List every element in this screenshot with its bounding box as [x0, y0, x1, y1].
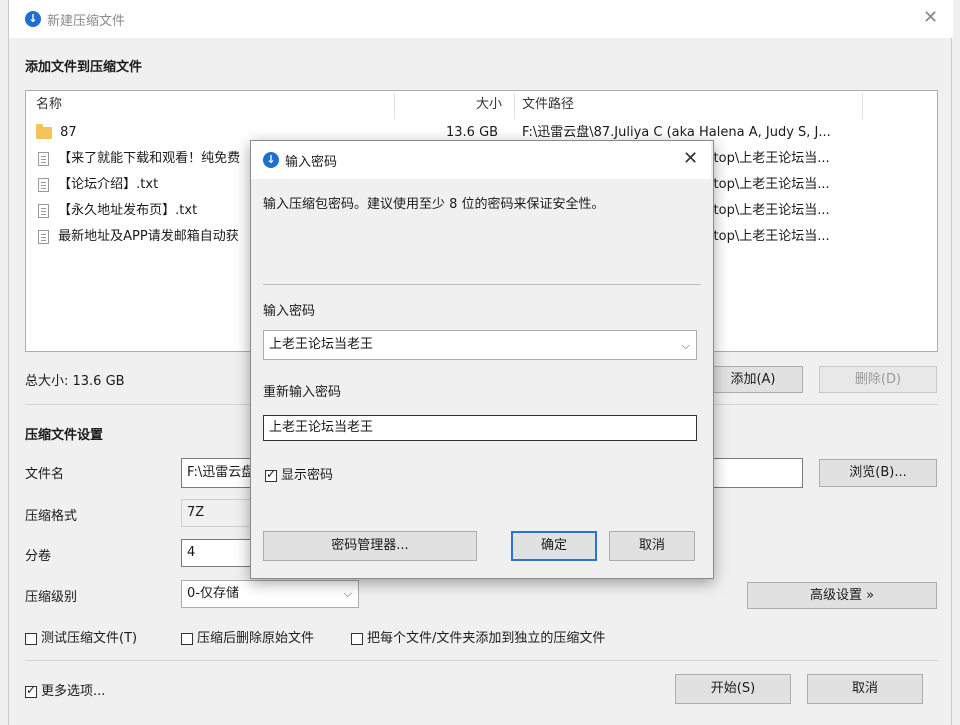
- more-options[interactable]: 更多选项...: [25, 680, 105, 699]
- dialog-hint: 输入压缩包密码。建议使用至少 8 位的密码来保证安全性。: [263, 197, 605, 212]
- confirm-password-label: 重新输入密码: [263, 385, 342, 400]
- checkbox[interactable]: [181, 632, 193, 645]
- show-password-option[interactable]: 显示密码: [265, 464, 333, 483]
- start-button[interactable]: 开始(S): [675, 674, 791, 704]
- row-path: ktop\上老王论坛当...: [706, 229, 830, 244]
- row-path: ktop\上老王论坛当...: [706, 177, 830, 192]
- title-bar: ↓ 新建压缩文件 ✕: [9, 0, 953, 38]
- option-label: 测试压缩文件(T): [41, 631, 138, 646]
- password-value: 上老王论坛当老王: [269, 337, 374, 352]
- row-name: 【论坛介绍】.txt: [58, 177, 159, 192]
- separate-archive-option[interactable]: 把每个文件/文件夹添加到独立的压缩文件: [351, 627, 605, 646]
- window-title: 新建压缩文件: [47, 14, 126, 29]
- browse-button[interactable]: 浏览(B)...: [819, 459, 937, 487]
- add-files-heading: 添加文件到压缩文件: [25, 60, 143, 75]
- chevron-down-icon: ⌵: [343, 587, 352, 600]
- dialog-title-bar: ↓ 输入密码 ✕: [251, 141, 711, 179]
- confirm-password-input[interactable]: 上老王论坛当老王: [263, 415, 697, 441]
- total-size: 总大小: 13.6 GB: [25, 374, 125, 389]
- row-path: ktop\上老王论坛当...: [706, 203, 830, 218]
- delete-button[interactable]: 删除(D): [819, 366, 937, 393]
- dialog-cancel-button[interactable]: 取消: [609, 531, 695, 561]
- checkbox[interactable]: [25, 632, 37, 645]
- divider: [25, 660, 937, 661]
- app-logo-icon: ↓: [25, 11, 41, 27]
- test-archive-option[interactable]: 测试压缩文件(T): [25, 627, 137, 646]
- col-path-header[interactable]: 文件路径: [522, 91, 574, 119]
- advanced-settings-button[interactable]: 高级设置 »: [747, 582, 937, 609]
- checkbox[interactable]: [25, 683, 37, 698]
- divider: [263, 284, 701, 285]
- ok-button[interactable]: 确定: [511, 531, 597, 561]
- col-size-header[interactable]: 大小: [476, 91, 502, 119]
- text-file-icon: [38, 177, 49, 192]
- filename-label: 文件名: [25, 467, 65, 482]
- row-name: 87: [60, 125, 77, 140]
- text-file-icon: [38, 151, 49, 166]
- level-select[interactable]: 0-仅存储 ⌵: [181, 580, 359, 608]
- text-file-icon: [38, 229, 49, 244]
- password-label: 输入密码: [263, 304, 316, 319]
- checkbox[interactable]: [265, 467, 277, 482]
- cancel-button[interactable]: 取消: [807, 674, 923, 704]
- row-path: ktop\上老王论坛当...: [706, 151, 830, 166]
- app-logo-icon: ↓: [263, 152, 279, 168]
- row-name: 【永久地址发布页】.txt: [58, 203, 198, 218]
- folder-icon: [36, 123, 52, 139]
- row-name: 【来了就能下载和观看！纯免费: [58, 151, 241, 166]
- password-manager-button[interactable]: 密码管理器...: [263, 531, 477, 561]
- text-file-icon: [38, 203, 49, 218]
- col-separator: [394, 93, 395, 119]
- dialog-close-icon[interactable]: ✕: [683, 148, 698, 169]
- checkbox[interactable]: [351, 632, 363, 645]
- col-separator: [862, 93, 863, 119]
- password-dialog: ↓ 输入密码 ✕ 输入压缩包密码。建议使用至少 8 位的密码来保证安全性。 输入…: [250, 140, 714, 579]
- delete-after-option[interactable]: 压缩后删除原始文件: [181, 627, 314, 646]
- add-button[interactable]: 添加(A): [703, 366, 803, 393]
- col-separator: [514, 93, 515, 119]
- format-label: 压缩格式: [25, 509, 78, 524]
- window-close-icon[interactable]: ✕: [923, 7, 938, 28]
- dialog-title: 输入密码: [285, 155, 338, 170]
- option-label: 压缩后删除原始文件: [197, 631, 315, 646]
- option-label: 显示密码: [281, 468, 334, 483]
- level-label: 压缩级别: [25, 590, 78, 605]
- col-name-header[interactable]: 名称: [36, 91, 62, 119]
- chevron-down-icon[interactable]: ⌵: [682, 332, 690, 359]
- option-label: 把每个文件/文件夹添加到独立的压缩文件: [367, 631, 606, 646]
- option-label: 更多选项...: [41, 684, 106, 699]
- level-value: 0-仅存储: [187, 586, 239, 601]
- row-name: 最新地址及APP请发邮箱自动获: [58, 229, 239, 244]
- split-label: 分卷: [25, 549, 52, 564]
- settings-heading: 压缩文件设置: [25, 428, 104, 443]
- password-input[interactable]: 上老王论坛当老王 ⌵: [263, 330, 697, 360]
